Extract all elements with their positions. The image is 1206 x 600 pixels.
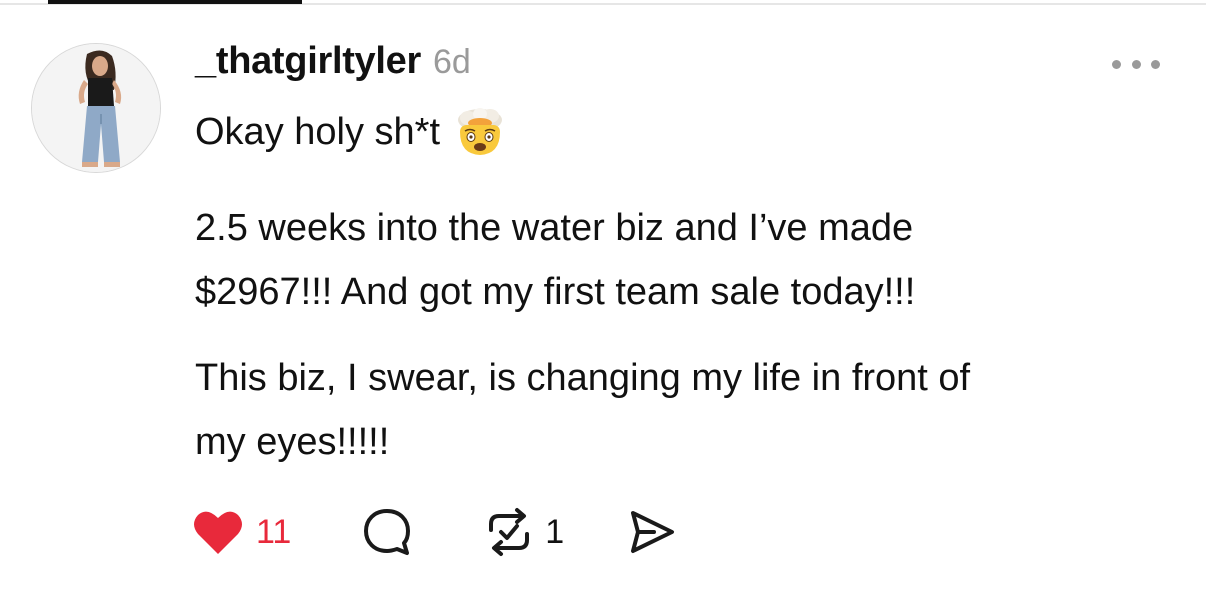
like-count: 11 xyxy=(256,512,292,551)
post-line1-text: Okay holy sh*t xyxy=(195,111,440,153)
exploding-head-emoji-icon xyxy=(454,106,506,158)
comment-button[interactable] xyxy=(361,506,413,558)
post-paragraph: This biz, I swear, is changing my life i… xyxy=(195,357,971,463)
repost-count: 1 xyxy=(545,512,565,551)
post-paragraph: 2.5 weeks into the water biz and I’ve ma… xyxy=(195,207,916,313)
avatar[interactable] xyxy=(31,43,161,173)
avatar-photo xyxy=(32,44,160,172)
more-horizontal-icon-dot xyxy=(1151,59,1160,69)
post-body: Okay holy sh*t 2.5 weeks into the water … xyxy=(195,104,1155,474)
post-actions: 11 1 xyxy=(192,506,678,558)
post-first-line: Okay holy sh*t xyxy=(195,104,1155,160)
repost-button[interactable]: 1 xyxy=(481,506,564,558)
send-icon xyxy=(631,511,675,553)
share-button[interactable] xyxy=(626,506,678,558)
active-tab-indicator xyxy=(48,0,302,4)
post-timestamp: 6d xyxy=(432,43,471,81)
like-button[interactable]: 11 xyxy=(192,508,291,556)
more-options-button[interactable] xyxy=(1112,52,1160,76)
heart-icon xyxy=(194,511,242,554)
more-horizontal-icon xyxy=(1112,59,1121,69)
post-header: _thatgirltyler 6d xyxy=(195,40,471,90)
comment-bubble-icon xyxy=(364,509,411,555)
more-horizontal-icon-dot xyxy=(1131,59,1141,69)
username-link[interactable]: _thatgirltyler xyxy=(195,40,421,83)
repost-icon xyxy=(489,508,530,556)
